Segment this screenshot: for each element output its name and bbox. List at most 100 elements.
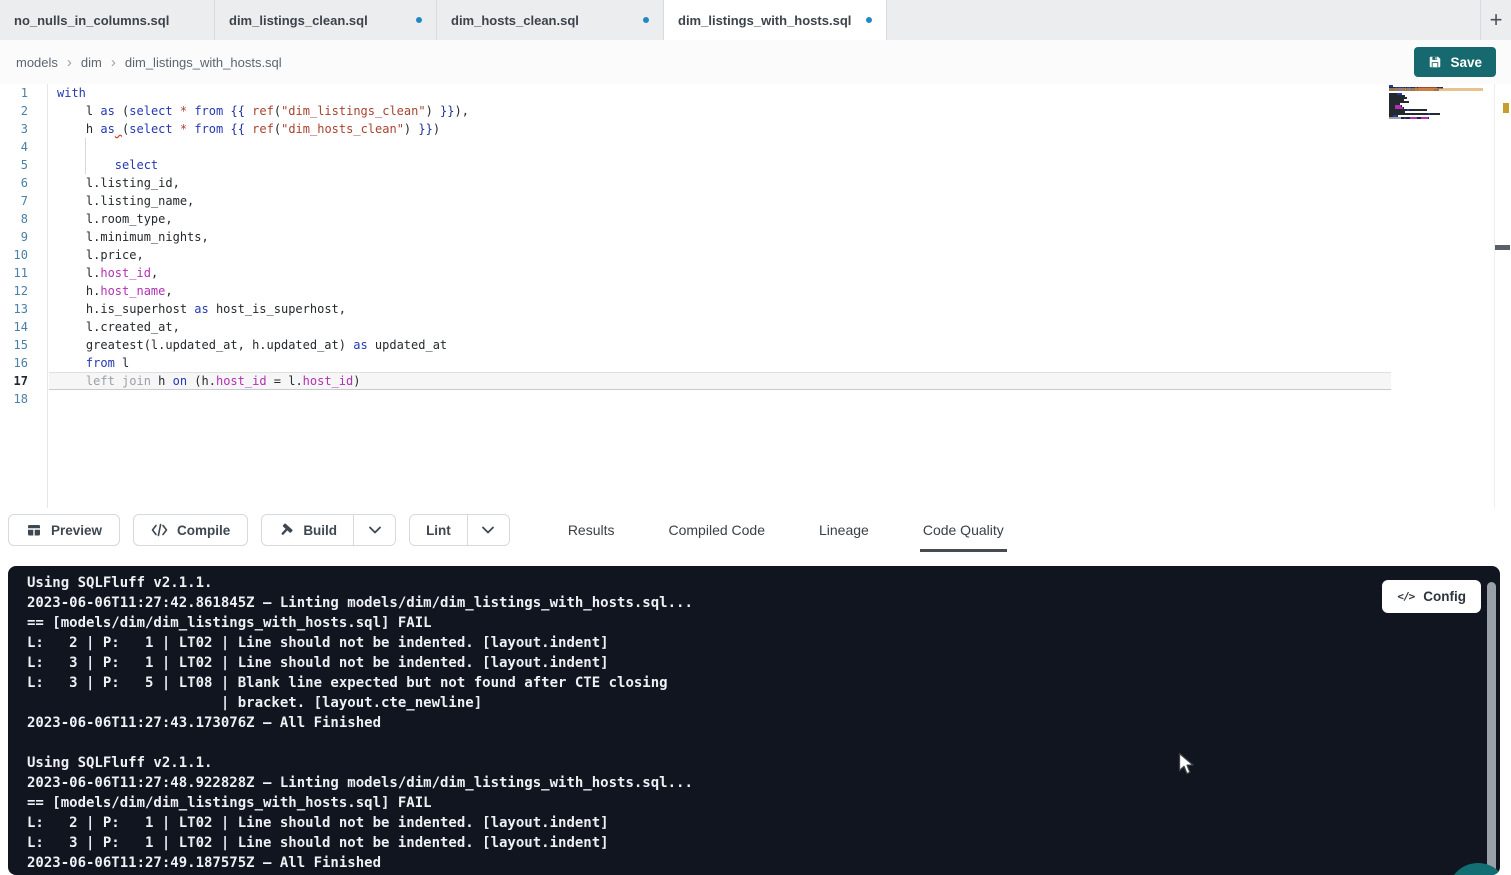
editor-gutter: 123456789101112131415161718 [0,84,48,508]
code-line[interactable]: l.host_id, [49,264,1391,282]
code-icon [151,523,168,537]
terminal-line: == [models/dim/dim_listings_with_hosts.s… [27,793,1460,813]
terminal-line: L: 2 | P: 1 | LT02 | Line should not be … [27,633,1460,653]
tab-label: dim_listings_clean.sql [229,13,368,28]
build-split-button: Build [261,514,396,546]
lint-warning-marker [1503,103,1509,113]
config-button[interactable]: </> Config [1382,580,1481,613]
code-line[interactable]: l.price, [49,246,1391,264]
code-line[interactable]: h.host_name, [49,282,1391,300]
lint-label: Lint [426,523,451,538]
tab-label: dim_listings_with_hosts.sql [678,13,851,28]
hammer-icon [278,522,294,538]
compile-button[interactable]: Compile [133,514,248,546]
code-line[interactable] [49,138,1391,156]
terminal-line: 2023-06-06T11:27:49.187575Z — All Finish… [27,853,1460,873]
unsaved-dot-icon [866,17,872,23]
terminal-line: | bracket. [layout.cte_newline] [27,693,1460,713]
unsaved-dot-icon [416,17,422,23]
compile-label: Compile [177,523,230,538]
save-button[interactable]: Save [1414,47,1496,77]
terminal-output: Using SQLFluff v2.1.1.2023-06-06T11:27:4… [27,573,1460,873]
line-number: 3 [0,120,47,138]
terminal-line: == [models/dim/dim_listings_with_hosts.s… [27,613,1460,633]
terminal-line: L: 3 | P: 1 | LT02 | Line should not be … [27,653,1460,673]
unsaved-dot-icon [643,17,649,23]
mouse-cursor [1178,752,1194,776]
file-tab[interactable]: dim_listings_clean.sql [215,0,437,40]
code-line[interactable]: l.listing_name, [49,192,1391,210]
terminal-scrollbar[interactable] [1487,582,1496,875]
chevron-down-icon [481,526,495,535]
line-number: 6 [0,174,47,192]
preview-label: Preview [51,523,102,538]
bottom-toolbar: Preview Compile Build [0,508,1511,552]
line-number: 4 [0,138,47,156]
line-number: 15 [0,336,47,354]
code-line[interactable]: l as (select * from {{ ref("dim_listings… [49,102,1391,120]
code-line[interactable]: from l [49,354,1391,372]
breadcrumb-bar: models › dim › dim_listings_with_hosts.sql S… [0,40,1511,84]
lint-button[interactable]: Lint [410,515,467,545]
code-line[interactable] [49,390,1391,408]
build-dropdown-button[interactable] [353,515,395,545]
file-tab[interactable]: no_nulls_in_columns.sql [0,0,215,40]
code-line[interactable]: h as (select * from {{ ref("dim_hosts_cl… [49,120,1391,138]
code-icon: </> [1397,590,1414,603]
tab-compiled-code[interactable]: Compiled Code [666,508,769,552]
code-editor[interactable]: 123456789101112131415161718 with l as (s… [0,84,1511,508]
breadcrumb-item[interactable]: dim_listings_with_hosts.sql [125,55,282,70]
line-number: 12 [0,282,47,300]
terminal-line: L: 2 | P: 1 | LT02 | Line should not be … [27,813,1460,833]
file-tab[interactable]: dim_listings_with_hosts.sql [664,0,887,40]
chevron-down-icon [368,526,382,535]
breadcrumb: models › dim › dim_listings_with_hosts.sql [16,40,282,84]
minimap-line [1389,119,1484,121]
tab-code-quality[interactable]: Code Quality [920,508,1007,552]
code-line[interactable]: select [49,156,1391,174]
code-line[interactable]: left join h on (h.host_id = l.host_id) [49,372,1391,390]
build-button[interactable]: Build [262,515,353,545]
preview-button[interactable]: Preview [8,514,120,546]
line-number: 16 [0,354,47,372]
breadcrumb-item[interactable]: models [16,55,58,70]
line-number: 10 [0,246,47,264]
code-line[interactable]: l.minimum_nights, [49,228,1391,246]
indent-guide [85,138,86,174]
line-number: 8 [0,210,47,228]
editor-code[interactable]: with l as (select * from {{ ref("dim_lis… [49,84,1391,408]
line-number: 13 [0,300,47,318]
code-line[interactable]: greatest(l.updated_at, h.updated_at) as … [49,336,1391,354]
lint-dropdown-button[interactable] [467,515,509,545]
tab-bar: no_nulls_in_columns.sql dim_listings_clea… [0,0,1511,40]
terminal-line: Using SQLFluff v2.1.1. [27,573,1460,593]
tab-label: no_nulls_in_columns.sql [14,13,169,28]
code-line[interactable]: with [49,84,1391,102]
code-line[interactable]: l.created_at, [49,318,1391,336]
code-line[interactable]: l.room_type, [49,210,1391,228]
code-line[interactable]: l.listing_id, [49,174,1391,192]
line-number: 17 [0,372,47,390]
terminal-line: Using SQLFluff v2.1.1. [27,753,1460,773]
save-label: Save [1450,55,1482,70]
tab-bar-tabs: no_nulls_in_columns.sql dim_listings_clea… [0,0,887,40]
table-icon [26,522,42,538]
editor-scroll-gutter [1494,84,1495,508]
new-tab-button[interactable]: + [1480,0,1511,40]
file-tab[interactable]: dim_hosts_clean.sql [437,0,664,40]
line-number: 2 [0,102,47,120]
terminal-line: 2023-06-06T11:27:48.922828Z — Linting mo… [27,773,1460,793]
terminal-line: L: 3 | P: 5 | LT08 | Blank line expected… [27,673,1460,693]
breadcrumb-separator-icon: › [111,54,116,71]
tab-lineage[interactable]: Lineage [816,508,872,552]
config-label: Config [1423,589,1466,604]
line-number: 5 [0,156,47,174]
scroll-position-marker[interactable] [1495,245,1510,250]
line-number: 14 [0,318,47,336]
code-line[interactable]: h.is_superhost as host_is_superhost, [49,300,1391,318]
breadcrumb-item[interactable]: dim [81,55,102,70]
line-number: 18 [0,390,47,408]
tab-label: dim_hosts_clean.sql [451,13,579,28]
breadcrumb-separator-icon: › [67,54,72,71]
tab-results[interactable]: Results [565,508,618,552]
